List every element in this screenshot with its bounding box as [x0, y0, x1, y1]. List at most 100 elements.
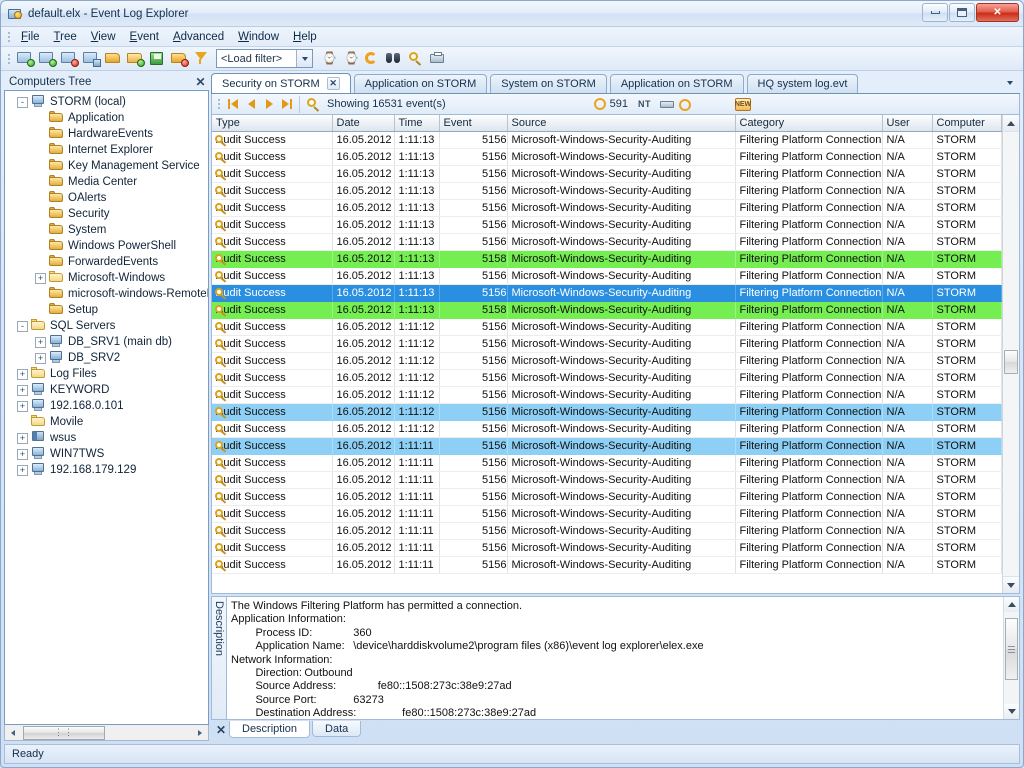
table-row[interactable]: Audit Success 16.05.2012 1:11:12 5156 Micros…	[212, 318, 1002, 336]
next-event-button[interactable]	[260, 96, 278, 113]
apply-filter-button[interactable]: ⌚	[317, 49, 338, 69]
clear-log-button[interactable]	[169, 49, 190, 69]
document-tab[interactable]: Security on STORM ✕	[211, 73, 351, 93]
description-body[interactable]: The Windows Filtering Platform has permi…	[226, 596, 1020, 720]
close-tab-icon[interactable]: ✕	[326, 77, 340, 90]
tree-node[interactable]: + WIN7TWS	[5, 446, 208, 462]
tree-node[interactable]: + KEYWORD	[5, 382, 208, 398]
add-computer-button[interactable]	[15, 49, 36, 69]
menu-view[interactable]: View	[84, 29, 123, 45]
tree-expander-icon[interactable]: +	[17, 384, 28, 396]
tree-node[interactable]: Internet Explorer	[5, 142, 208, 158]
table-row[interactable]: Audit Success 16.05.2012 1:11:12 5156 Micros…	[212, 420, 1002, 438]
tree-hscroll-thumb[interactable]: ⋮⋮	[23, 725, 105, 740]
document-tab[interactable]: HQ system log.evt	[746, 74, 859, 93]
tree-node[interactable]: + Log Files	[5, 366, 208, 382]
table-row[interactable]: Audit Success 16.05.2012 1:11:13 5156 Micros…	[212, 216, 1002, 234]
tree-expander-icon[interactable]: +	[17, 432, 28, 444]
close-tree-pane-icon[interactable]: ✕	[194, 75, 207, 88]
column-header-category[interactable]: Category	[735, 115, 883, 132]
table-row[interactable]: Audit Success 16.05.2012 1:11:13 5156 Micros…	[212, 182, 1002, 200]
table-row[interactable]: Audit Success 16.05.2012 1:11:11 5156 Micros…	[212, 522, 1002, 540]
tree-node[interactable]: Security	[5, 206, 208, 222]
tree-node[interactable]: Key Management Service	[5, 158, 208, 174]
tree-node[interactable]: Windows PowerShell	[5, 238, 208, 254]
tree-expander-icon[interactable]: +	[17, 400, 28, 412]
tree-node[interactable]: Setup	[5, 302, 208, 318]
column-header-computer[interactable]: Computer	[932, 115, 1002, 132]
computers-tree-box[interactable]: - STORM (local) Application HardwareEvents I…	[4, 90, 209, 725]
tree-node[interactable]: - STORM (local)	[5, 94, 208, 110]
table-row[interactable]: Audit Success 16.05.2012 1:11:11 5156 Micros…	[212, 505, 1002, 523]
table-row[interactable]: Audit Success 16.05.2012 1:11:12 5156 Micros…	[212, 369, 1002, 387]
tree-node[interactable]: - SQL Servers	[5, 318, 208, 334]
table-row[interactable]: Audit Success 16.05.2012 1:11:12 5156 Micros…	[212, 335, 1002, 353]
chevron-down-icon[interactable]	[296, 50, 312, 67]
menu-tree[interactable]: Tree	[47, 29, 84, 45]
menu-window[interactable]: Window	[231, 29, 286, 45]
tree-expander-icon[interactable]: +	[17, 448, 28, 460]
chevron-right-icon[interactable]	[192, 726, 208, 740]
tree-node[interactable]: Application	[5, 110, 208, 126]
minimize-button[interactable]	[922, 3, 948, 22]
column-header-source[interactable]: Source	[507, 115, 736, 132]
filter-button[interactable]	[191, 49, 212, 69]
table-row[interactable]: Audit Success 16.05.2012 1:11:13 5156 Micros…	[212, 148, 1002, 166]
scroll-track[interactable]	[1003, 132, 1019, 576]
find-button[interactable]	[383, 49, 404, 69]
save-log-button[interactable]	[125, 49, 146, 69]
table-row[interactable]: Audit Success 16.05.2012 1:11:12 5156 Micros…	[212, 403, 1002, 421]
description-scroll-up-button[interactable]	[1004, 597, 1019, 612]
clear-filter-button[interactable]: ⌚	[339, 49, 360, 69]
tree-expander-icon[interactable]: -	[17, 96, 28, 108]
last-event-button[interactable]	[278, 96, 296, 113]
globe-icon[interactable]	[679, 97, 695, 112]
description-tab[interactable]: Description	[229, 721, 311, 738]
tree-node[interactable]: System	[5, 222, 208, 238]
chevron-left-icon[interactable]	[5, 726, 21, 740]
scroll-thumb[interactable]	[1004, 350, 1018, 374]
table-row[interactable]: Audit Success 16.05.2012 1:11:13 5156 Micros…	[212, 131, 1002, 149]
description-scroll-down-button[interactable]	[1004, 704, 1019, 719]
find-next-button[interactable]	[405, 49, 426, 69]
tree-expander-icon[interactable]: +	[35, 336, 46, 348]
add-log-button[interactable]	[37, 49, 58, 69]
table-row[interactable]: Audit Success 16.05.2012 1:11:13 5156 Micros…	[212, 199, 1002, 217]
tree-node[interactable]: +192.168.0.101	[5, 398, 208, 414]
table-row[interactable]: Audit Success 16.05.2012 1:11:11 5156 Micros…	[212, 437, 1002, 455]
table-row[interactable]: Audit Success 16.05.2012 1:11:13 5156 Micros…	[212, 267, 1002, 285]
description-scroll-thumb[interactable]	[1005, 618, 1018, 680]
table-row[interactable]: Audit Success 16.05.2012 1:11:11 5156 Micros…	[212, 488, 1002, 506]
tree-node[interactable]: + DB_SRV1 (main db)	[5, 334, 208, 350]
table-row[interactable]: Audit Success 16.05.2012 1:11:13 5158 Micros…	[212, 301, 1002, 319]
maximize-button[interactable]	[949, 3, 975, 22]
scroll-up-button[interactable]	[1003, 115, 1019, 132]
tree-horizontal-scrollbar[interactable]: ⋮⋮	[4, 725, 209, 741]
tree-expander-icon[interactable]: +	[35, 272, 46, 284]
table-row[interactable]: Audit Success 16.05.2012 1:11:11 5156 Micros…	[212, 454, 1002, 472]
save-as-button[interactable]	[147, 49, 168, 69]
menu-help[interactable]: Help	[286, 29, 324, 45]
table-row[interactable]: Audit Success 16.05.2012 1:11:11 5156 Micros…	[212, 471, 1002, 489]
tree-expander-icon[interactable]: +	[17, 464, 28, 476]
tree-node[interactable]: + DB_SRV2	[5, 350, 208, 366]
tree-node[interactable]: + wsus	[5, 430, 208, 446]
remove-computer-button[interactable]	[59, 49, 80, 69]
column-header-user[interactable]: User	[882, 115, 933, 132]
tree-node[interactable]: OAlerts	[5, 190, 208, 206]
new-events-icon[interactable]: NEW	[735, 97, 751, 111]
table-row[interactable]: Audit Success 16.05.2012 1:11:13 5156 Micros…	[212, 233, 1002, 251]
table-row[interactable]: Audit Success 16.05.2012 1:11:13 5156 Micros…	[212, 284, 1002, 302]
event-grid-vertical-scrollbar[interactable]	[1002, 115, 1019, 593]
document-tab[interactable]: Application on STORM	[609, 74, 744, 93]
tree-expander-icon[interactable]: +	[17, 368, 28, 380]
description-scroll-track[interactable]	[1004, 612, 1019, 704]
document-tab[interactable]: Application on STORM	[353, 74, 488, 93]
tree-node[interactable]: Movile	[5, 414, 208, 430]
column-header-event[interactable]: Event	[439, 115, 508, 132]
menu-advanced[interactable]: Advanced	[166, 29, 231, 45]
tree-node[interactable]: HardwareEvents	[5, 126, 208, 142]
scroll-down-button[interactable]	[1003, 576, 1019, 593]
tree-expander-icon[interactable]: -	[17, 320, 28, 332]
table-row[interactable]: Audit Success 16.05.2012 1:11:13 5158 Micros…	[212, 250, 1002, 268]
